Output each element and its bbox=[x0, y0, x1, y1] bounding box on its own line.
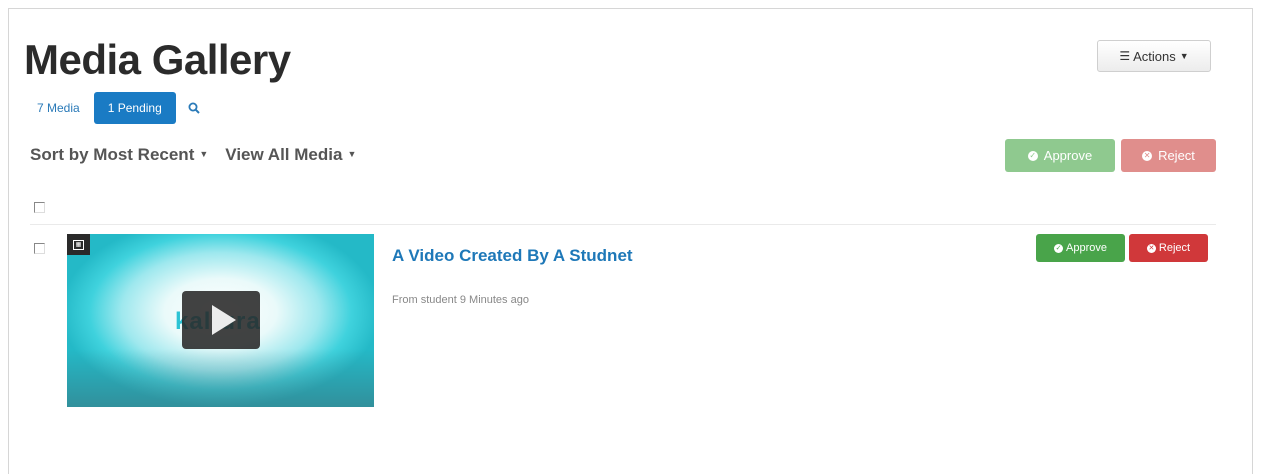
thumbnail-shade bbox=[67, 349, 374, 407]
select-all-checkbox[interactable] bbox=[34, 202, 45, 213]
page-title: Media Gallery bbox=[24, 36, 291, 83]
check-circle-icon: ✓ bbox=[1027, 150, 1038, 161]
tab-media[interactable]: 7 Media bbox=[27, 92, 90, 124]
item-reject-label: Reject bbox=[1158, 242, 1191, 254]
play-icon[interactable] bbox=[182, 291, 260, 349]
media-item-meta: From student 9 Minutes ago bbox=[392, 294, 529, 306]
filter-bar: Sort by Most Recent ▼ View All Media ▼ bbox=[30, 145, 373, 165]
item-reject-button[interactable]: ✕ Reject bbox=[1129, 234, 1208, 262]
view-label: View All Media bbox=[225, 145, 343, 164]
sort-label: Sort by Most Recent bbox=[30, 145, 195, 164]
gallery-tabs: 7 Media 1 Pending bbox=[27, 92, 204, 124]
x-circle-icon: ✕ bbox=[1146, 243, 1156, 253]
sort-dropdown[interactable]: Sort by Most Recent ▼ bbox=[30, 145, 208, 165]
caret-down-icon: ▼ bbox=[347, 149, 357, 159]
x-circle-icon: ✕ bbox=[1142, 150, 1153, 161]
bulk-reject-button[interactable]: ✕ Reject bbox=[1121, 139, 1216, 172]
bulk-reject-label: Reject bbox=[1158, 148, 1195, 163]
divider bbox=[30, 224, 1216, 225]
item-approve-label: Approve bbox=[1066, 242, 1107, 254]
bulk-approve-label: Approve bbox=[1043, 148, 1093, 163]
item-approve-button[interactable]: ✓ Approve bbox=[1036, 234, 1125, 262]
list-icon: ☰ bbox=[1119, 49, 1131, 63]
bulk-approve-button[interactable]: ✓ Approve bbox=[1005, 139, 1115, 172]
caret-down-icon: ▼ bbox=[199, 149, 209, 159]
caret-down-icon: ▼ bbox=[1179, 51, 1189, 61]
check-circle-icon: ✓ bbox=[1054, 243, 1063, 253]
actions-label: Actions bbox=[1133, 48, 1176, 64]
actions-dropdown-button[interactable]: ☰ Actions ▼ bbox=[1097, 40, 1211, 72]
media-item-checkbox[interactable] bbox=[34, 243, 45, 254]
video-thumbnail[interactable]: kaltura bbox=[67, 234, 374, 407]
search-icon[interactable] bbox=[184, 92, 204, 124]
media-item-title[interactable]: A Video Created By A Studnet bbox=[392, 246, 633, 266]
video-type-icon: ▦ bbox=[67, 234, 90, 255]
tab-pending[interactable]: 1 Pending bbox=[93, 92, 176, 124]
view-filter-dropdown[interactable]: View All Media ▼ bbox=[225, 145, 356, 165]
